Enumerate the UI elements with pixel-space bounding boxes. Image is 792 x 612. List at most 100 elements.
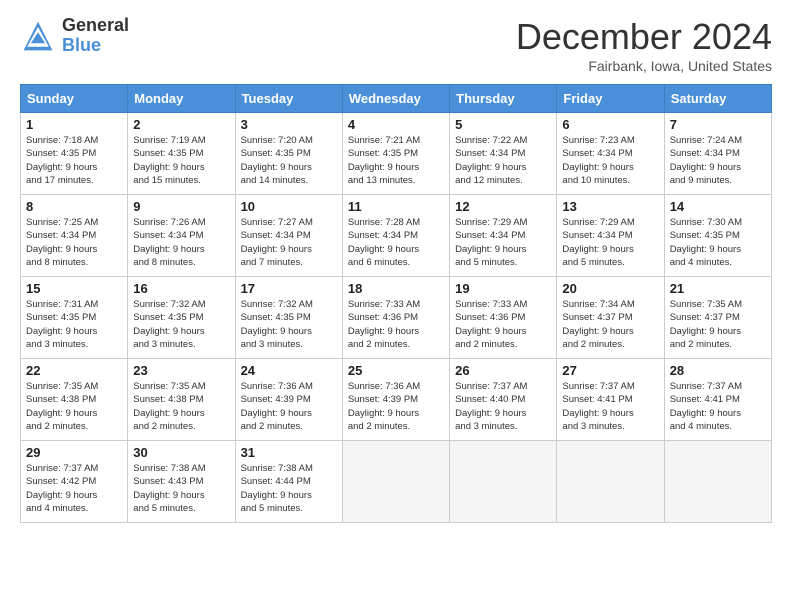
title-area: December 2024 Fairbank, Iowa, United Sta… bbox=[516, 16, 772, 74]
day-info: Sunrise: 7:31 AM Sunset: 4:35 PM Dayligh… bbox=[26, 298, 122, 351]
day-number: 24 bbox=[241, 363, 337, 378]
day-info: Sunrise: 7:33 AM Sunset: 4:36 PM Dayligh… bbox=[348, 298, 444, 351]
day-info: Sunrise: 7:30 AM Sunset: 4:35 PM Dayligh… bbox=[670, 216, 766, 269]
day-info: Sunrise: 7:36 AM Sunset: 4:39 PM Dayligh… bbox=[241, 380, 337, 433]
calendar-cell: 27 Sunrise: 7:37 AM Sunset: 4:41 PM Dayli… bbox=[557, 359, 664, 441]
calendar-cell: 15 Sunrise: 7:31 AM Sunset: 4:35 PM Dayli… bbox=[21, 277, 128, 359]
day-number: 15 bbox=[26, 281, 122, 296]
calendar-table: SundayMondayTuesdayWednesdayThursdayFrid… bbox=[20, 84, 772, 523]
header-day-friday: Friday bbox=[557, 85, 664, 113]
day-number: 2 bbox=[133, 117, 229, 132]
day-number: 12 bbox=[455, 199, 551, 214]
calendar-cell: 14 Sunrise: 7:30 AM Sunset: 4:35 PM Dayli… bbox=[664, 195, 771, 277]
calendar-cell: 19Sunrise: 7:33 AM Sunset: 4:36 PM Dayli… bbox=[450, 277, 557, 359]
calendar-cell: 26 Sunrise: 7:37 AM Sunset: 4:40 PM Dayli… bbox=[450, 359, 557, 441]
calendar-week-3: 15 Sunrise: 7:31 AM Sunset: 4:35 PM Dayli… bbox=[21, 277, 772, 359]
calendar-cell: 31 Sunrise: 7:38 AM Sunset: 4:44 PM Dayli… bbox=[235, 441, 342, 523]
calendar-week-1: 1 Sunrise: 7:18 AM Sunset: 4:35 PM Daylig… bbox=[21, 113, 772, 195]
day-number: 21 bbox=[670, 281, 766, 296]
logo-text: General Blue bbox=[62, 16, 129, 56]
day-number: 26 bbox=[455, 363, 551, 378]
header-day-tuesday: Tuesday bbox=[235, 85, 342, 113]
logo-general-text: General bbox=[62, 16, 129, 36]
logo-blue-text: Blue bbox=[62, 36, 129, 56]
calendar-cell: 5 Sunrise: 7:22 AM Sunset: 4:34 PM Daylig… bbox=[450, 113, 557, 195]
day-number: 11 bbox=[348, 199, 444, 214]
calendar-cell bbox=[450, 441, 557, 523]
day-number: 9 bbox=[133, 199, 229, 214]
day-number: 30 bbox=[133, 445, 229, 460]
calendar-cell: 24 Sunrise: 7:36 AM Sunset: 4:39 PM Dayli… bbox=[235, 359, 342, 441]
day-info: Sunrise: 7:28 AM Sunset: 4:34 PM Dayligh… bbox=[348, 216, 444, 269]
calendar-cell: 16 Sunrise: 7:32 AM Sunset: 4:35 PM Dayli… bbox=[128, 277, 235, 359]
calendar-cell: 30 Sunrise: 7:38 AM Sunset: 4:43 PM Dayli… bbox=[128, 441, 235, 523]
calendar-cell: 28 Sunrise: 7:37 AM Sunset: 4:41 PM Dayli… bbox=[664, 359, 771, 441]
calendar-cell: 1 Sunrise: 7:18 AM Sunset: 4:35 PM Daylig… bbox=[21, 113, 128, 195]
day-number: 3 bbox=[241, 117, 337, 132]
day-info: Sunrise: 7:37 AM Sunset: 4:41 PM Dayligh… bbox=[562, 380, 658, 433]
calendar-cell: 10Sunrise: 7:27 AM Sunset: 4:34 PM Dayli… bbox=[235, 195, 342, 277]
day-info: Sunrise: 7:38 AM Sunset: 4:44 PM Dayligh… bbox=[241, 462, 337, 515]
day-info: Sunrise: 7:32 AM Sunset: 4:35 PM Dayligh… bbox=[241, 298, 337, 351]
calendar-cell: 7 Sunrise: 7:24 AM Sunset: 4:34 PM Daylig… bbox=[664, 113, 771, 195]
calendar-cell: 22Sunrise: 7:35 AM Sunset: 4:38 PM Dayli… bbox=[21, 359, 128, 441]
day-info: Sunrise: 7:36 AM Sunset: 4:39 PM Dayligh… bbox=[348, 380, 444, 433]
calendar-cell: 25 Sunrise: 7:36 AM Sunset: 4:39 PM Dayli… bbox=[342, 359, 449, 441]
day-number: 18 bbox=[348, 281, 444, 296]
day-info: Sunrise: 7:35 AM Sunset: 4:38 PM Dayligh… bbox=[26, 380, 122, 433]
day-info: Sunrise: 7:37 AM Sunset: 4:41 PM Dayligh… bbox=[670, 380, 766, 433]
day-info: Sunrise: 7:25 AM Sunset: 4:34 PM Dayligh… bbox=[26, 216, 122, 269]
day-number: 19 bbox=[455, 281, 551, 296]
day-number: 23 bbox=[133, 363, 229, 378]
calendar-cell: 13Sunrise: 7:29 AM Sunset: 4:34 PM Dayli… bbox=[557, 195, 664, 277]
calendar-header: SundayMondayTuesdayWednesdayThursdayFrid… bbox=[21, 85, 772, 113]
day-number: 1 bbox=[26, 117, 122, 132]
day-info: Sunrise: 7:29 AM Sunset: 4:34 PM Dayligh… bbox=[455, 216, 551, 269]
day-number: 5 bbox=[455, 117, 551, 132]
header-row: SundayMondayTuesdayWednesdayThursdayFrid… bbox=[21, 85, 772, 113]
day-number: 13 bbox=[562, 199, 658, 214]
day-info: Sunrise: 7:19 AM Sunset: 4:35 PM Dayligh… bbox=[133, 134, 229, 187]
day-number: 27 bbox=[562, 363, 658, 378]
day-info: Sunrise: 7:35 AM Sunset: 4:37 PM Dayligh… bbox=[670, 298, 766, 351]
calendar-cell: 4 Sunrise: 7:21 AM Sunset: 4:35 PM Daylig… bbox=[342, 113, 449, 195]
calendar-cell: 18 Sunrise: 7:33 AM Sunset: 4:36 PM Dayli… bbox=[342, 277, 449, 359]
month-title: December 2024 bbox=[516, 16, 772, 58]
day-info: Sunrise: 7:18 AM Sunset: 4:35 PM Dayligh… bbox=[26, 134, 122, 187]
day-number: 17 bbox=[241, 281, 337, 296]
day-number: 14 bbox=[670, 199, 766, 214]
calendar-cell: 11 Sunrise: 7:28 AM Sunset: 4:34 PM Dayli… bbox=[342, 195, 449, 277]
location: Fairbank, Iowa, United States bbox=[516, 58, 772, 74]
day-info: Sunrise: 7:21 AM Sunset: 4:35 PM Dayligh… bbox=[348, 134, 444, 187]
day-info: Sunrise: 7:32 AM Sunset: 4:35 PM Dayligh… bbox=[133, 298, 229, 351]
logo-icon bbox=[20, 18, 56, 54]
day-info: Sunrise: 7:27 AM Sunset: 4:34 PM Dayligh… bbox=[241, 216, 337, 269]
calendar-cell bbox=[342, 441, 449, 523]
calendar-cell: 12 Sunrise: 7:29 AM Sunset: 4:34 PM Dayli… bbox=[450, 195, 557, 277]
day-number: 8 bbox=[26, 199, 122, 214]
header-day-sunday: Sunday bbox=[21, 85, 128, 113]
day-number: 25 bbox=[348, 363, 444, 378]
calendar-cell: 20Sunrise: 7:34 AM Sunset: 4:37 PM Dayli… bbox=[557, 277, 664, 359]
calendar-cell: 2 Sunrise: 7:19 AM Sunset: 4:35 PM Daylig… bbox=[128, 113, 235, 195]
day-number: 7 bbox=[670, 117, 766, 132]
day-info: Sunrise: 7:37 AM Sunset: 4:42 PM Dayligh… bbox=[26, 462, 122, 515]
day-info: Sunrise: 7:24 AM Sunset: 4:34 PM Dayligh… bbox=[670, 134, 766, 187]
day-info: Sunrise: 7:22 AM Sunset: 4:34 PM Dayligh… bbox=[455, 134, 551, 187]
header-day-wednesday: Wednesday bbox=[342, 85, 449, 113]
day-number: 28 bbox=[670, 363, 766, 378]
header-day-saturday: Saturday bbox=[664, 85, 771, 113]
calendar-week-2: 8 Sunrise: 7:25 AM Sunset: 4:34 PM Daylig… bbox=[21, 195, 772, 277]
calendar-body: 1 Sunrise: 7:18 AM Sunset: 4:35 PM Daylig… bbox=[21, 113, 772, 523]
day-number: 4 bbox=[348, 117, 444, 132]
day-number: 16 bbox=[133, 281, 229, 296]
header: General Blue December 2024 Fairbank, Iow… bbox=[20, 16, 772, 74]
calendar-cell: 9Sunrise: 7:26 AM Sunset: 4:34 PM Daylig… bbox=[128, 195, 235, 277]
day-info: Sunrise: 7:37 AM Sunset: 4:40 PM Dayligh… bbox=[455, 380, 551, 433]
day-info: Sunrise: 7:34 AM Sunset: 4:37 PM Dayligh… bbox=[562, 298, 658, 351]
day-number: 31 bbox=[241, 445, 337, 460]
calendar-cell: 29Sunrise: 7:37 AM Sunset: 4:42 PM Dayli… bbox=[21, 441, 128, 523]
day-info: Sunrise: 7:38 AM Sunset: 4:43 PM Dayligh… bbox=[133, 462, 229, 515]
calendar-cell: 17 Sunrise: 7:32 AM Sunset: 4:35 PM Dayli… bbox=[235, 277, 342, 359]
header-day-monday: Monday bbox=[128, 85, 235, 113]
